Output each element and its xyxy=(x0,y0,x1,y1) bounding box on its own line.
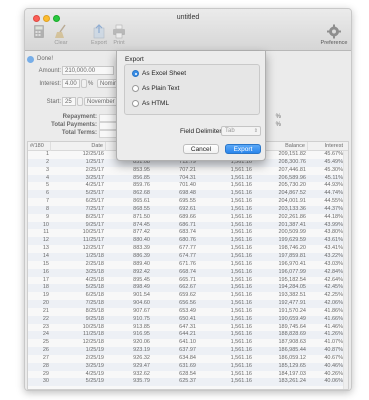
preferences-toolbar-button[interactable]: Preference xyxy=(319,24,349,46)
export-sheet: Export As Excel Sheet As Plain Text As H… xyxy=(116,51,266,161)
clear-toolbar-button[interactable] xyxy=(27,24,51,39)
export-button[interactable]: Export xyxy=(225,144,261,154)
calculator-icon xyxy=(34,25,44,38)
gear-icon xyxy=(327,24,341,39)
field-delimiter-label: Field Delimiter: xyxy=(180,128,224,135)
radio-label: As Plain Text xyxy=(142,85,180,92)
export-sheet-title: Export xyxy=(125,56,144,63)
radio-html[interactable]: As HTML xyxy=(132,99,169,108)
app-window: untitled Clear Export Print Preference D… xyxy=(24,8,352,391)
popup-arrows-icon: ⇕ xyxy=(253,128,258,134)
export-icon xyxy=(93,24,105,39)
field-delimiter-value: Tab xyxy=(225,128,235,134)
cancel-button[interactable]: Cancel xyxy=(183,144,219,154)
clear-broom-button[interactable]: Clear xyxy=(49,24,73,46)
radio-unselected-icon[interactable] xyxy=(132,100,139,107)
broom-icon xyxy=(55,24,66,38)
radio-label: As HTML xyxy=(142,100,170,107)
field-delimiter-popup[interactable]: Tab ⇕ xyxy=(221,126,261,136)
radio-label: As Excel Sheet xyxy=(142,70,187,77)
radio-selected-icon[interactable] xyxy=(132,70,139,77)
printer-icon xyxy=(113,24,125,39)
radio-plain-text[interactable]: As Plain Text xyxy=(132,84,179,93)
export-format-group: As Excel Sheet As Plain Text As HTML xyxy=(124,64,260,115)
preferences-label: Preference xyxy=(320,40,348,46)
window-title: untitled xyxy=(176,14,200,21)
radio-excel-sheet[interactable]: As Excel Sheet xyxy=(132,69,186,78)
clear-label: Clear xyxy=(54,40,68,46)
print-label: Print xyxy=(113,40,125,46)
title-bar: untitled Clear Export Print Preference xyxy=(25,9,351,51)
radio-unselected-icon[interactable] xyxy=(132,85,139,92)
print-toolbar-button[interactable]: Print xyxy=(107,24,131,46)
